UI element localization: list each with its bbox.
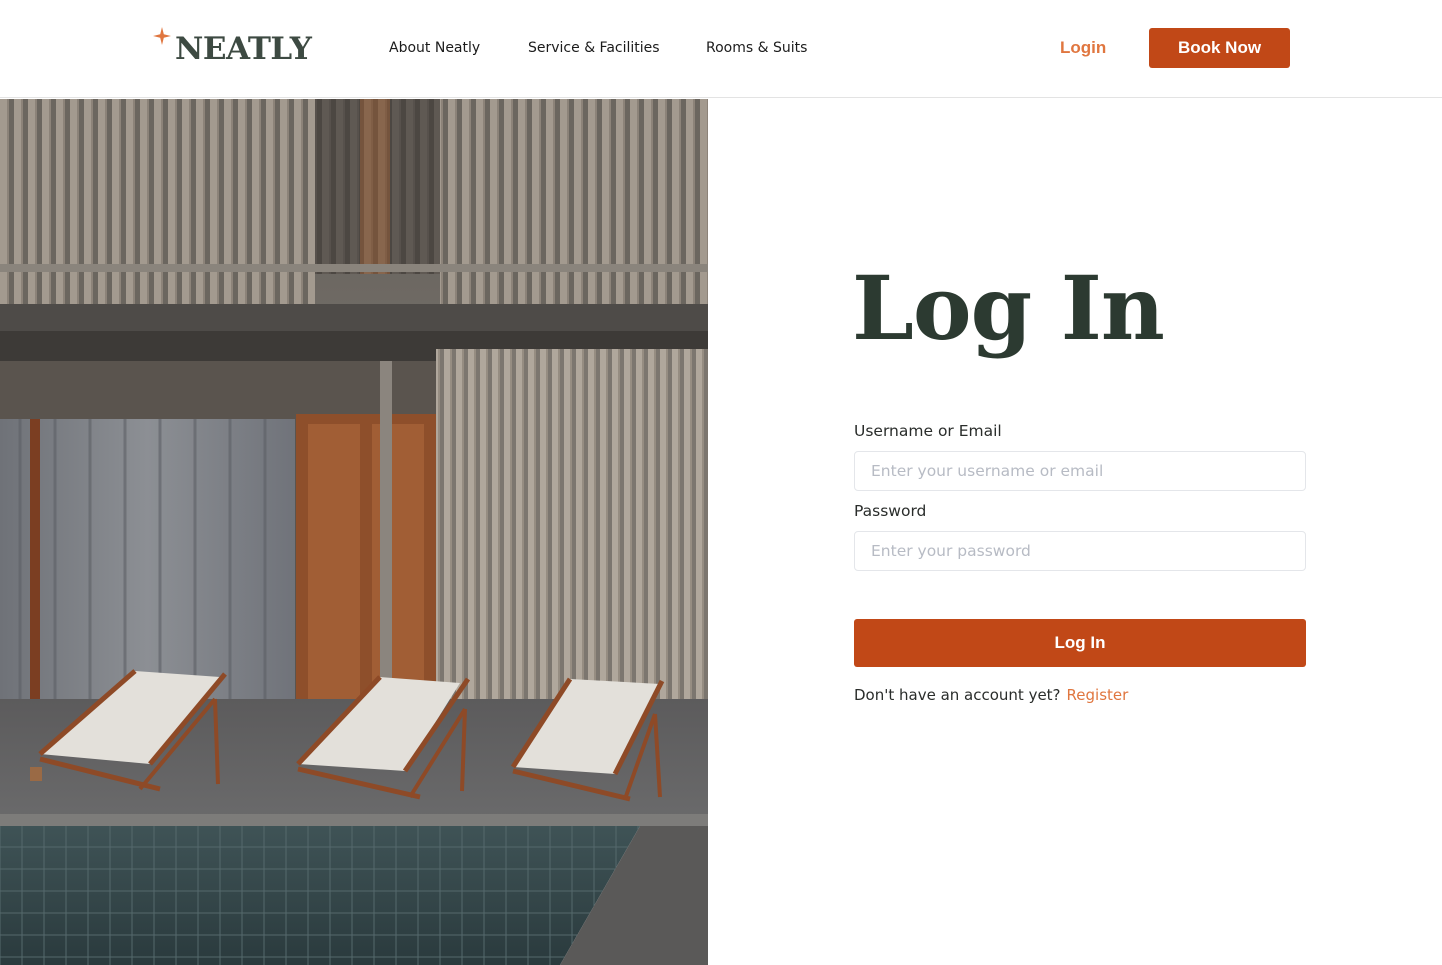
register-link[interactable]: Register: [1067, 686, 1129, 704]
book-now-button[interactable]: Book Now: [1149, 28, 1290, 68]
login-title: Log In: [852, 256, 1165, 360]
password-input[interactable]: [854, 531, 1306, 571]
hotel-poolside-photo: [0, 99, 708, 965]
nav-about-neatly[interactable]: About Neatly: [389, 40, 480, 56]
sparkle-icon: [153, 27, 171, 45]
register-prompt-text: Don't have an account yet?: [854, 686, 1061, 704]
register-prompt-row: Don't have an account yet? Register: [854, 686, 1128, 704]
login-submit-button[interactable]: Log In: [854, 619, 1306, 667]
username-input[interactable]: [854, 451, 1306, 491]
password-label: Password: [854, 502, 927, 520]
top-navbar: NEATLY About Neatly Service & Facilities…: [0, 0, 1442, 98]
header-login-link[interactable]: Login: [1060, 38, 1106, 58]
username-label: Username or Email: [854, 422, 1002, 440]
nav-service-facilities[interactable]: Service & Facilities: [528, 40, 660, 56]
brand-name: NEATLY: [175, 31, 312, 67]
nav-rooms-suits[interactable]: Rooms & Suits: [706, 40, 807, 56]
